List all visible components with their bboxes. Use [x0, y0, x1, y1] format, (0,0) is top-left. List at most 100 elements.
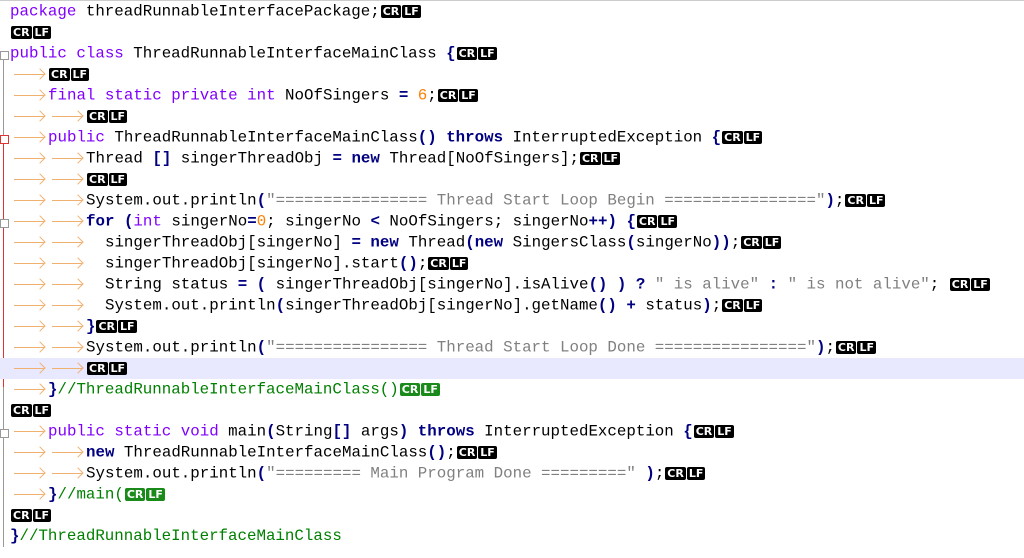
code-line[interactable]: CR LF	[0, 400, 1024, 421]
eol-lf-badge: LF	[402, 5, 421, 18]
code-line[interactable]: CR LF	[0, 358, 1024, 379]
eol-marker: CR LF	[741, 232, 782, 253]
code-line[interactable]: }//main(CR LF	[0, 484, 1024, 505]
keyword: static	[104, 86, 162, 105]
eol-lf-badge: LF	[866, 194, 886, 207]
eol-lf-badge: LF	[32, 26, 52, 39]
keyword: int	[133, 212, 162, 231]
code-line[interactable]: for (int singerNo=0; singerNo < NoOfSing…	[0, 211, 1024, 232]
code-line[interactable]: }//ThreadRunnableInterfaceMainClass() CR L…	[0, 379, 1024, 400]
code-text: ;	[834, 191, 845, 210]
operator: =	[237, 275, 248, 294]
operator: throws	[417, 422, 475, 441]
code-line[interactable]: singerThreadObj[singerNo] = new Thread(n…	[0, 232, 1024, 253]
tab-arrow-icon	[10, 253, 48, 274]
code-line[interactable]: System.out.println("================ Thr…	[0, 190, 1024, 211]
code-text: singerNo	[635, 233, 712, 252]
eol-marker: CR LF	[949, 274, 991, 295]
eol-marker: CR LF	[456, 442, 498, 463]
operator: (	[256, 275, 267, 294]
eol-lf-badge: LF	[108, 362, 128, 375]
eol-lf-badge: LF	[459, 89, 478, 102]
operator: )	[398, 422, 409, 441]
code-line[interactable]: CR LF	[0, 505, 1024, 526]
code-line[interactable]: singerThreadObj[singerNo].start(); CR LF	[0, 253, 1024, 274]
eol-lf-badge: LF	[70, 68, 90, 81]
code-line[interactable]: System.out.println(singerThreadObj[singe…	[0, 295, 1024, 316]
eol-marker: CR LF	[722, 127, 763, 148]
code-text: ; singerNo	[266, 212, 371, 231]
eol-lf-badge: LF	[478, 446, 497, 459]
code-line[interactable]: CR LF	[0, 106, 1024, 127]
eol-cr-badge: CR	[96, 320, 118, 333]
number-literal: 0	[256, 212, 267, 231]
operator: ++)	[588, 212, 617, 231]
code-line[interactable]: public ThreadRunnableInterfaceMainClass(…	[0, 127, 1024, 148]
comment: //ThreadRunnableInterfaceMainClass()	[57, 380, 399, 399]
eol-marker: CR LF	[665, 463, 706, 484]
keyword: private	[171, 86, 238, 105]
tab-arrow-icon	[10, 148, 48, 169]
keyword: final	[48, 86, 96, 105]
code-editor[interactable]: package threadRunnableInterfacePackage; C…	[0, 0, 1024, 558]
operator: []	[332, 422, 352, 441]
eol-cr-badge: CR	[835, 341, 857, 354]
tab-arrow-icon	[48, 106, 86, 127]
keyword: int	[247, 86, 276, 105]
operator: {	[711, 128, 722, 147]
eol-lf-badge: LF	[762, 236, 782, 249]
tab-arrow-icon	[10, 106, 48, 127]
code-line[interactable]: CR LF	[0, 22, 1024, 43]
code-text: main	[218, 422, 267, 441]
code-text: NoOfSingers; singerNo	[379, 212, 589, 231]
eol-cr-badge: CR	[428, 257, 449, 270]
eol-marker: CR LF	[456, 43, 498, 64]
code-line[interactable]: package threadRunnableInterfacePackage; C…	[0, 1, 1024, 22]
tab-arrow-icon	[48, 253, 86, 274]
eol-marker: CR LF	[49, 64, 90, 85]
code-line[interactable]: }//ThreadRunnableInterfaceMainClass	[0, 526, 1024, 547]
code-line[interactable]: System.out.println("================ Thr…	[0, 337, 1024, 358]
eol-cr-badge: CR	[579, 152, 601, 165]
code-text: ;	[446, 443, 456, 462]
code-text: ThreadRunnableInterfaceMainClass	[114, 443, 428, 462]
eol-cr-badge: CR	[124, 488, 146, 501]
code-line[interactable]: new ThreadRunnableInterfaceMainClass(); C…	[0, 442, 1024, 463]
code-line[interactable]: public static void main(String[] args) t…	[0, 421, 1024, 442]
tab-arrow-icon	[48, 316, 86, 337]
comment: //ThreadRunnableInterfaceMainClass	[19, 527, 342, 545]
code-line[interactable]: CR LF	[0, 169, 1024, 190]
eol-marker: CR LF	[124, 484, 166, 505]
code-line[interactable]: System.out.println("========= Main Progr…	[0, 463, 1024, 484]
code-line[interactable]: } CR LF	[0, 316, 1024, 337]
eol-lf-badge: LF	[421, 383, 440, 396]
code-text: InterruptedException	[474, 422, 684, 441]
tab-arrow-icon	[10, 316, 48, 337]
operator: =	[247, 212, 257, 231]
code-text: singerThreadObj[singerNo].isAlive	[266, 275, 589, 294]
tab-arrow-icon	[48, 232, 86, 253]
eol-cr-badge: CR	[741, 236, 762, 249]
eol-lf-badge: LF	[118, 320, 137, 333]
operator: ()	[417, 128, 437, 147]
string-literal: " is alive"	[654, 275, 760, 294]
code-text: singerNo	[161, 212, 248, 231]
operator: =	[398, 86, 409, 105]
code-line[interactable]: public class ThreadRunnableInterfaceMain…	[0, 43, 1024, 64]
code-line[interactable]: String status = ( singerThreadObj[singer…	[0, 274, 1024, 295]
keyword: public	[10, 44, 67, 63]
operator: =	[351, 233, 361, 252]
eol-cr-badge: CR	[722, 131, 743, 144]
tab-arrow-icon	[10, 463, 48, 484]
code-text: ;	[417, 254, 428, 273]
code-line[interactable]: CR LF	[0, 64, 1024, 85]
eol-cr-badge: CR	[87, 173, 108, 186]
code-line[interactable]: final static private int NoOfSingers = 6…	[0, 85, 1024, 106]
code-line[interactable]: Thread [] singerThreadObj = new Thread[N…	[0, 148, 1024, 169]
